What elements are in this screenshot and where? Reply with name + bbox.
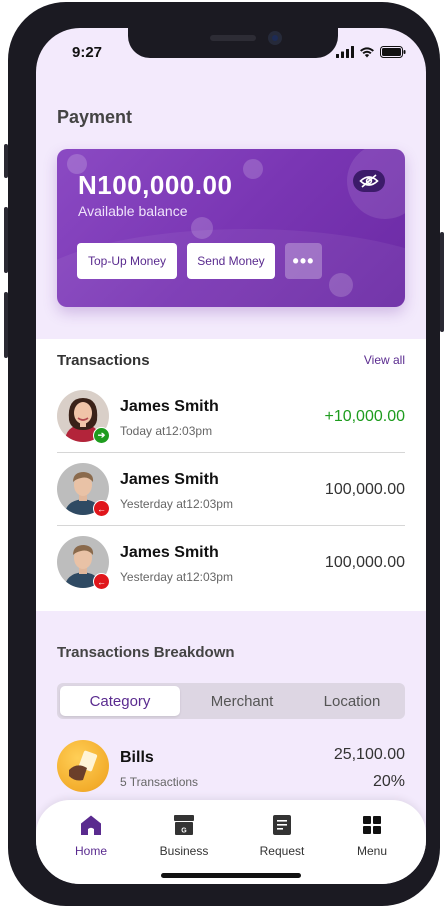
nav-label-business: Business xyxy=(159,844,209,858)
card-bubble xyxy=(191,217,213,239)
document-icon xyxy=(242,812,322,838)
nav-home[interactable]: Home xyxy=(51,812,131,862)
send-money-button[interactable]: Send Money xyxy=(187,243,275,279)
balance-label: Available balance xyxy=(78,203,188,219)
bottom-nav: Home G Business Request Menu xyxy=(36,800,426,884)
transaction-time: Yesterday at12:03pm xyxy=(120,570,233,584)
notch xyxy=(128,28,338,58)
tab-category[interactable]: Category xyxy=(60,686,180,716)
page-title: Payment xyxy=(57,107,133,127)
balance-card: N100,000.00 Available balance Top-Up Mon… xyxy=(57,149,405,307)
volume-down-button xyxy=(4,292,8,358)
signal-icon xyxy=(336,46,354,58)
balance-amount: N100,000.00 xyxy=(78,170,233,200)
transaction-name: James Smith xyxy=(120,471,219,488)
transaction-amount: 100,000.00 xyxy=(324,554,405,571)
bills-category-icon xyxy=(57,740,109,792)
receipt-hand-icon xyxy=(69,750,98,781)
card-bubble xyxy=(329,273,353,297)
transaction-name: James Smith xyxy=(120,398,219,415)
volume-up-button xyxy=(4,207,8,273)
status-time: 9:27 xyxy=(72,44,103,61)
outgoing-arrow-badge: ← xyxy=(93,500,110,517)
incoming-arrow-badge: ➔ xyxy=(93,427,110,444)
wifi-icon xyxy=(360,47,374,58)
speaker xyxy=(210,35,256,41)
more-options-button[interactable]: ••• xyxy=(285,243,322,279)
transaction-row[interactable]: ← James Smith Yesterday at12:03pm 100,00… xyxy=(57,526,405,599)
front-camera xyxy=(268,31,282,45)
transactions-title: Transactions xyxy=(57,352,150,369)
app-screen: 9:27 Payment N100,000.00 Available balan… xyxy=(36,28,426,884)
card-bubble xyxy=(243,159,263,179)
breakdown-tabs: Category Merchant Location xyxy=(57,683,405,719)
nav-label-request: Request xyxy=(259,844,305,858)
power-button xyxy=(440,232,444,332)
mute-switch xyxy=(4,144,8,178)
phone-frame: 9:27 Payment N100,000.00 Available balan… xyxy=(4,2,444,906)
nav-request[interactable]: Request xyxy=(242,812,322,862)
grid-icon xyxy=(332,812,412,838)
view-all-link[interactable]: View all xyxy=(364,353,405,367)
eye-off-icon xyxy=(359,174,379,188)
transaction-time: Today at12:03pm xyxy=(120,424,213,438)
home-indicator[interactable] xyxy=(161,873,301,878)
transaction-amount: 100,000.00 xyxy=(324,481,405,498)
tab-merchant[interactable]: Merchant xyxy=(192,686,292,716)
nav-business[interactable]: G Business xyxy=(144,812,224,862)
category-name: Bills xyxy=(120,749,154,766)
hide-balance-button[interactable] xyxy=(353,170,385,192)
nav-label-menu: Menu xyxy=(356,844,388,858)
breakdown-title: Transactions Breakdown xyxy=(57,644,235,661)
svg-text:G: G xyxy=(181,828,187,835)
category-amount: 25,100.00 xyxy=(333,746,405,763)
transaction-time: Yesterday at12:03pm xyxy=(120,497,233,511)
nav-menu[interactable]: Menu xyxy=(332,812,412,862)
store-icon: G xyxy=(144,812,224,838)
transaction-row[interactable]: ➔ James Smith Today at12:03pm +10,000.00 xyxy=(57,380,405,453)
category-count: 5 Transactions xyxy=(120,775,199,789)
battery-icon xyxy=(380,46,406,58)
tab-location[interactable]: Location xyxy=(302,686,402,716)
transaction-name: James Smith xyxy=(120,544,219,561)
top-up-button[interactable]: Top-Up Money xyxy=(77,243,177,279)
home-icon xyxy=(51,812,131,838)
transaction-amount: +10,000.00 xyxy=(324,408,405,425)
outgoing-arrow-badge: ← xyxy=(93,573,110,590)
nav-label-home: Home xyxy=(74,844,107,858)
category-row-bills[interactable]: Bills 5 Transactions 25,100.00 20% xyxy=(57,740,405,800)
transactions-panel: Transactions View all ➔ James Smith Toda… xyxy=(36,339,426,611)
status-icons xyxy=(336,46,406,58)
category-percent: 20% xyxy=(372,773,405,790)
transaction-row[interactable]: ← James Smith Yesterday at12:03pm 100,00… xyxy=(57,453,405,526)
